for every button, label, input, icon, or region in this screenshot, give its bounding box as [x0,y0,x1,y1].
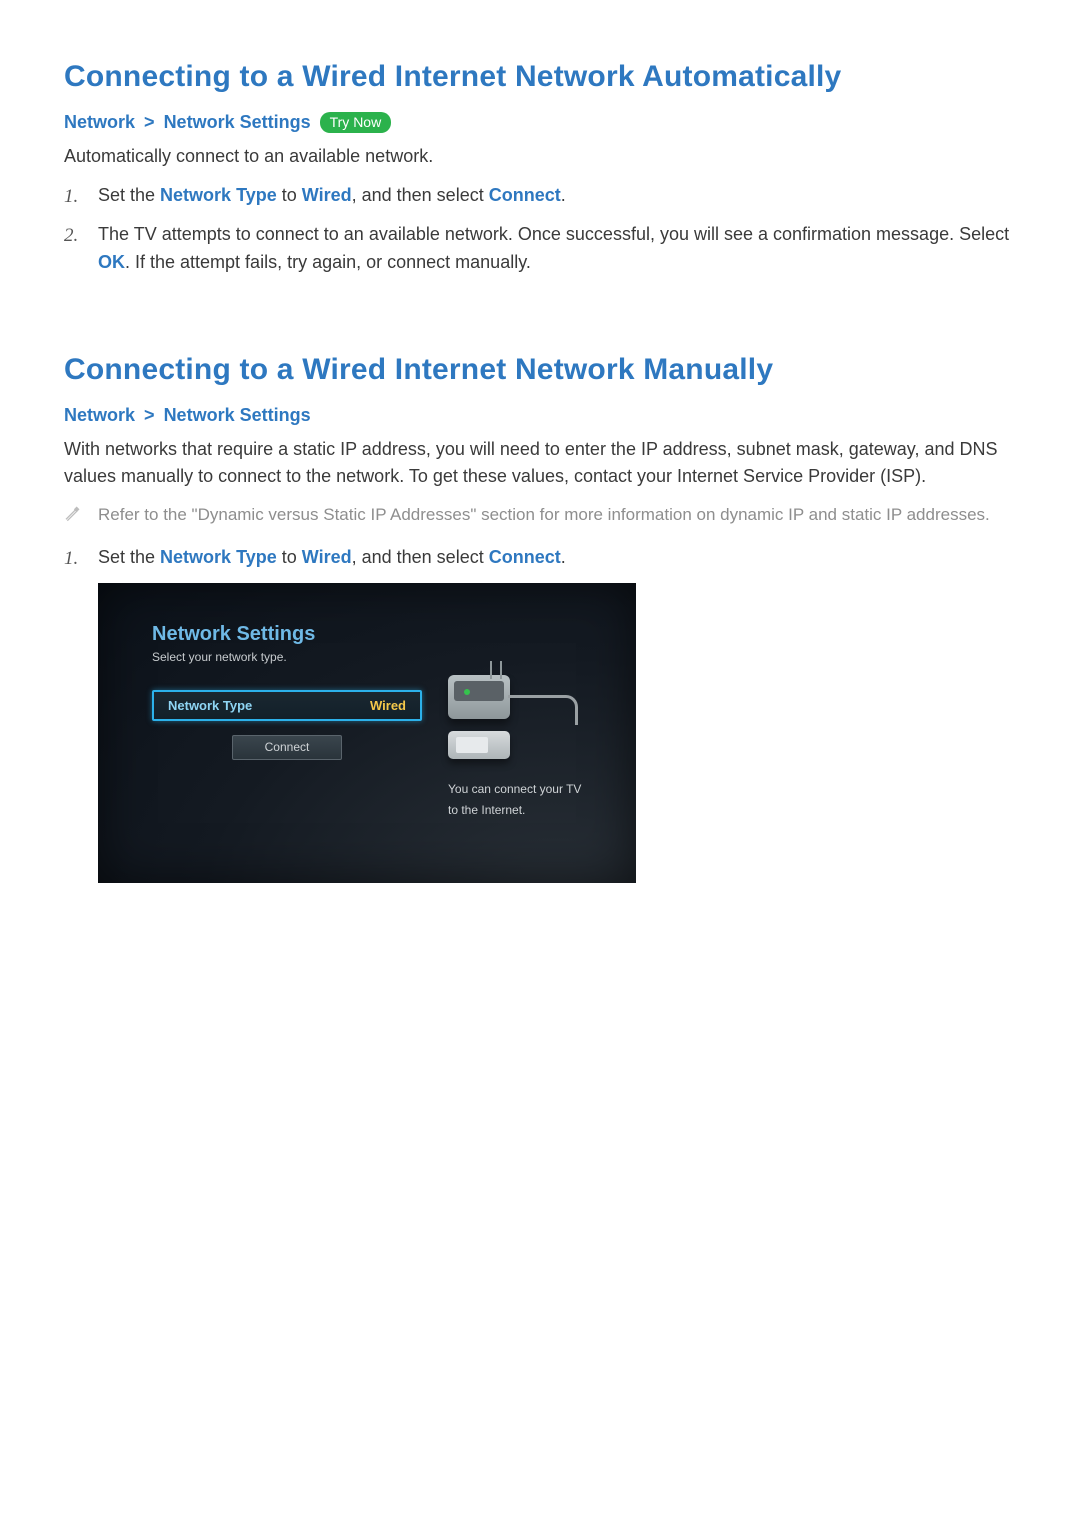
router-icon [448,675,510,719]
section2-breadcrumb: Network > Network Settings [64,405,1016,426]
network-type-row[interactable]: Network Type Wired [152,690,422,721]
step-body: Set the Network Type to Wired, and then … [98,182,1016,211]
hl-ok: OK [98,252,125,272]
hl-connect: Connect [489,547,561,567]
modem-icon [448,731,510,759]
section2-title: Connecting to a Wired Internet Network M… [64,353,1016,387]
tv-subtitle: Select your network type. [152,650,422,664]
hl-network-type: Network Type [160,547,277,567]
tv-help-text: You can connect your TV to the Internet. [448,779,581,820]
list-item: 2. The TV attempts to connect to an avai… [64,221,1016,277]
tv-title: Network Settings [152,623,422,646]
section2-intro: With networks that require a static IP a… [64,436,1016,490]
section1-intro: Automatically connect to an available ne… [64,143,1016,170]
breadcrumb-sep: > [140,405,159,425]
tv-screenshot: Network Settings Select your network typ… [98,583,636,883]
step-number: 1. [64,182,98,211]
breadcrumb-sep: > [140,112,159,132]
section1-breadcrumb: Network > Network Settings Try Now [64,112,1016,133]
breadcrumb-network[interactable]: Network [64,405,135,425]
hl-wired: Wired [302,547,352,567]
breadcrumb-network-settings[interactable]: Network Settings [164,112,311,132]
network-type-value: Wired [370,698,406,713]
hl-wired: Wired [302,185,352,205]
manual-page: Connecting to a Wired Internet Network A… [0,0,1080,943]
note-icon [64,502,98,530]
hl-network-type: Network Type [160,185,277,205]
breadcrumb-network[interactable]: Network [64,112,135,132]
try-now-badge[interactable]: Try Now [320,112,392,133]
step-number: 1. [64,544,98,573]
step-body: The TV attempts to connect to an availab… [98,221,1016,277]
list-item: 1. Set the Network Type to Wired, and th… [64,544,1016,573]
step-number: 2. [64,221,98,277]
network-type-label: Network Type [168,698,252,713]
list-item: 1. Set the Network Type to Wired, and th… [64,182,1016,211]
breadcrumb-network-settings[interactable]: Network Settings [164,405,311,425]
router-illustration [448,675,618,759]
connect-button[interactable]: Connect [232,735,342,760]
note-text: Refer to the "Dynamic versus Static IP A… [98,502,1016,530]
note-row: Refer to the "Dynamic versus Static IP A… [64,502,1016,530]
section2-steps: 1. Set the Network Type to Wired, and th… [64,544,1016,573]
hl-connect: Connect [489,185,561,205]
step-body: Set the Network Type to Wired, and then … [98,544,1016,573]
section1-title: Connecting to a Wired Internet Network A… [64,60,1016,94]
section1-steps: 1. Set the Network Type to Wired, and th… [64,182,1016,277]
